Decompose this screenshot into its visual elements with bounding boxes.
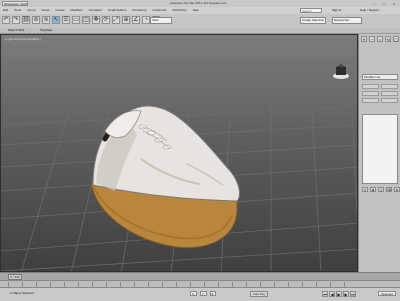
pivot-icon[interactable]: ⊕: [122, 16, 130, 24]
x-coordinate-field[interactable]: X:: [190, 291, 197, 296]
rect-select-icon[interactable]: ▭: [72, 16, 80, 24]
menu-maxscript[interactable]: MAXScript: [173, 8, 187, 13]
selected-dropdown[interactable]: Selected: [378, 291, 396, 296]
tab-populate[interactable]: Populate: [40, 28, 52, 33]
coordinate-display: X: Y: Z:: [190, 291, 217, 296]
menu-items: Edit Tools Group Views Create Modifiers …: [3, 8, 199, 13]
modifier-button[interactable]: [362, 98, 379, 103]
sneaker-model[interactable]: [90, 105, 240, 249]
selection-status: 1 Object Selected: [10, 291, 34, 295]
menu-edit[interactable]: Edit: [3, 8, 8, 13]
workspace-dropdown[interactable]: Workspace: Default: [2, 1, 28, 6]
unlink-icon[interactable]: ⊘: [32, 16, 40, 24]
menu-tools[interactable]: Tools: [14, 8, 21, 13]
viewport-scene: [1, 64, 357, 271]
ribbon-tabs: Object Paint Populate: [8, 28, 52, 33]
menu-rendering[interactable]: Rendering: [133, 8, 147, 13]
scale-icon[interactable]: ⤢: [112, 16, 120, 24]
previous-frame-icon[interactable]: ◀: [329, 291, 335, 297]
modifier-button[interactable]: [381, 91, 398, 96]
status-bar: 1 Object Selected X: Y: Z: Auto Key ⏮ ◀ …: [0, 287, 400, 301]
window-title: Autodesk 3ds Max 2014 x64 Sneaker.max: [170, 1, 227, 5]
minimize-icon[interactable]: –: [370, 1, 378, 6]
display-tab-icon[interactable]: ▢: [393, 36, 399, 42]
reference-coordinate-dropdown[interactable]: View: [150, 17, 172, 24]
perspective-viewport[interactable]: [+] [Perspective] [Realistic]: [0, 34, 358, 272]
link-icon[interactable]: ⛓: [22, 16, 30, 24]
next-frame-icon[interactable]: ▶: [343, 291, 349, 297]
named-selection-dropdown[interactable]: Create Selection: [300, 17, 326, 24]
toolbar-tools: ↶ ↷ ⛓ ⊘ ≋ ↖ ☰ ▭ ◫ ✥ ⟳ ⤢ ⊕ ∠ ◔ %: [2, 16, 160, 24]
go-to-start-icon[interactable]: ⏮: [322, 291, 328, 297]
make-unique-icon[interactable]: ∥: [378, 187, 384, 192]
auto-key-button[interactable]: Auto Key: [250, 291, 268, 297]
modifier-buttons: [362, 84, 398, 103]
search-input[interactable]: Search: [300, 8, 322, 13]
menu-help[interactable]: Help: [193, 8, 199, 13]
command-panel: ✳ ◔ ⌂ ⟲ ▢ Modifier List ⊙ ▮ ∥ ⌫ ⚙: [358, 34, 400, 272]
menu-group[interactable]: Group: [27, 8, 35, 13]
viewport-label[interactable]: [+] [Perspective] [Realistic]: [5, 37, 40, 41]
undo-icon[interactable]: ↶: [2, 16, 10, 24]
help-button[interactable]: Help / Support: [360, 8, 396, 13]
tab-object-paint[interactable]: Object Paint: [8, 28, 24, 33]
modifier-stack[interactable]: [362, 114, 398, 184]
menu-graph-editors[interactable]: Graph Editors: [108, 8, 127, 13]
sign-in-button[interactable]: Sign In: [332, 8, 352, 13]
playback-controls: ⏮ ◀ ▶ ▶ ⏭: [322, 291, 356, 297]
modifier-button[interactable]: [381, 98, 398, 103]
pin-stack-icon[interactable]: ⊙: [362, 187, 368, 192]
move-icon[interactable]: ✥: [92, 16, 100, 24]
configure-modifier-sets-icon[interactable]: ⚙: [394, 187, 400, 192]
menu-customize[interactable]: Customize: [152, 8, 166, 13]
select-by-name-icon[interactable]: ☰: [62, 16, 70, 24]
modifier-button[interactable]: [381, 84, 398, 89]
create-tab-icon[interactable]: ✳: [361, 36, 367, 42]
z-coordinate-field[interactable]: Z:: [209, 291, 217, 296]
main-toolbar: ↶ ↷ ⛓ ⊘ ≋ ↖ ☰ ▭ ◫ ✥ ⟳ ⤢ ⊕ ∠ ◔ % View Cre…: [0, 14, 400, 29]
select-icon[interactable]: ↖: [52, 16, 60, 24]
viewcube-icon[interactable]: [333, 64, 349, 79]
redo-icon[interactable]: ↷: [12, 16, 20, 24]
snap-icon[interactable]: ∠: [132, 16, 140, 24]
menu-modifiers[interactable]: Modifiers: [71, 8, 83, 13]
bind-icon[interactable]: ≋: [42, 16, 50, 24]
modifier-list-dropdown[interactable]: Modifier List: [362, 74, 398, 80]
window-controls: – □ ×: [370, 1, 398, 6]
play-icon[interactable]: ▶: [336, 291, 342, 297]
modifier-button[interactable]: [362, 91, 379, 96]
menu-animation[interactable]: Animation: [89, 8, 102, 13]
maximize-icon[interactable]: □: [380, 1, 388, 6]
modifier-button[interactable]: [362, 84, 379, 89]
modify-tab-icon[interactable]: ◔: [369, 36, 375, 42]
rotate-icon[interactable]: ⟳: [102, 16, 110, 24]
y-coordinate-field[interactable]: Y:: [199, 291, 207, 296]
window-crossing-icon[interactable]: ◫: [82, 16, 90, 24]
go-to-end-icon[interactable]: ⏭: [350, 291, 356, 297]
named-selection-sets[interactable]: Named Sel: [332, 17, 362, 24]
motion-tab-icon[interactable]: ⟲: [385, 36, 391, 42]
menu-views[interactable]: Views: [42, 8, 50, 13]
close-icon[interactable]: ×: [390, 1, 398, 6]
remove-modifier-icon[interactable]: ⌫: [386, 187, 392, 192]
angle-snap-icon[interactable]: ◔: [142, 16, 150, 24]
stack-controls: ⊙ ▮ ∥ ⌫ ⚙: [362, 187, 400, 192]
hierarchy-tab-icon[interactable]: ⌂: [377, 36, 383, 42]
menu-create[interactable]: Create: [55, 8, 64, 13]
command-panel-tabs: ✳ ◔ ⌂ ⟲ ▢: [361, 36, 399, 42]
show-end-result-icon[interactable]: ▮: [370, 187, 376, 192]
